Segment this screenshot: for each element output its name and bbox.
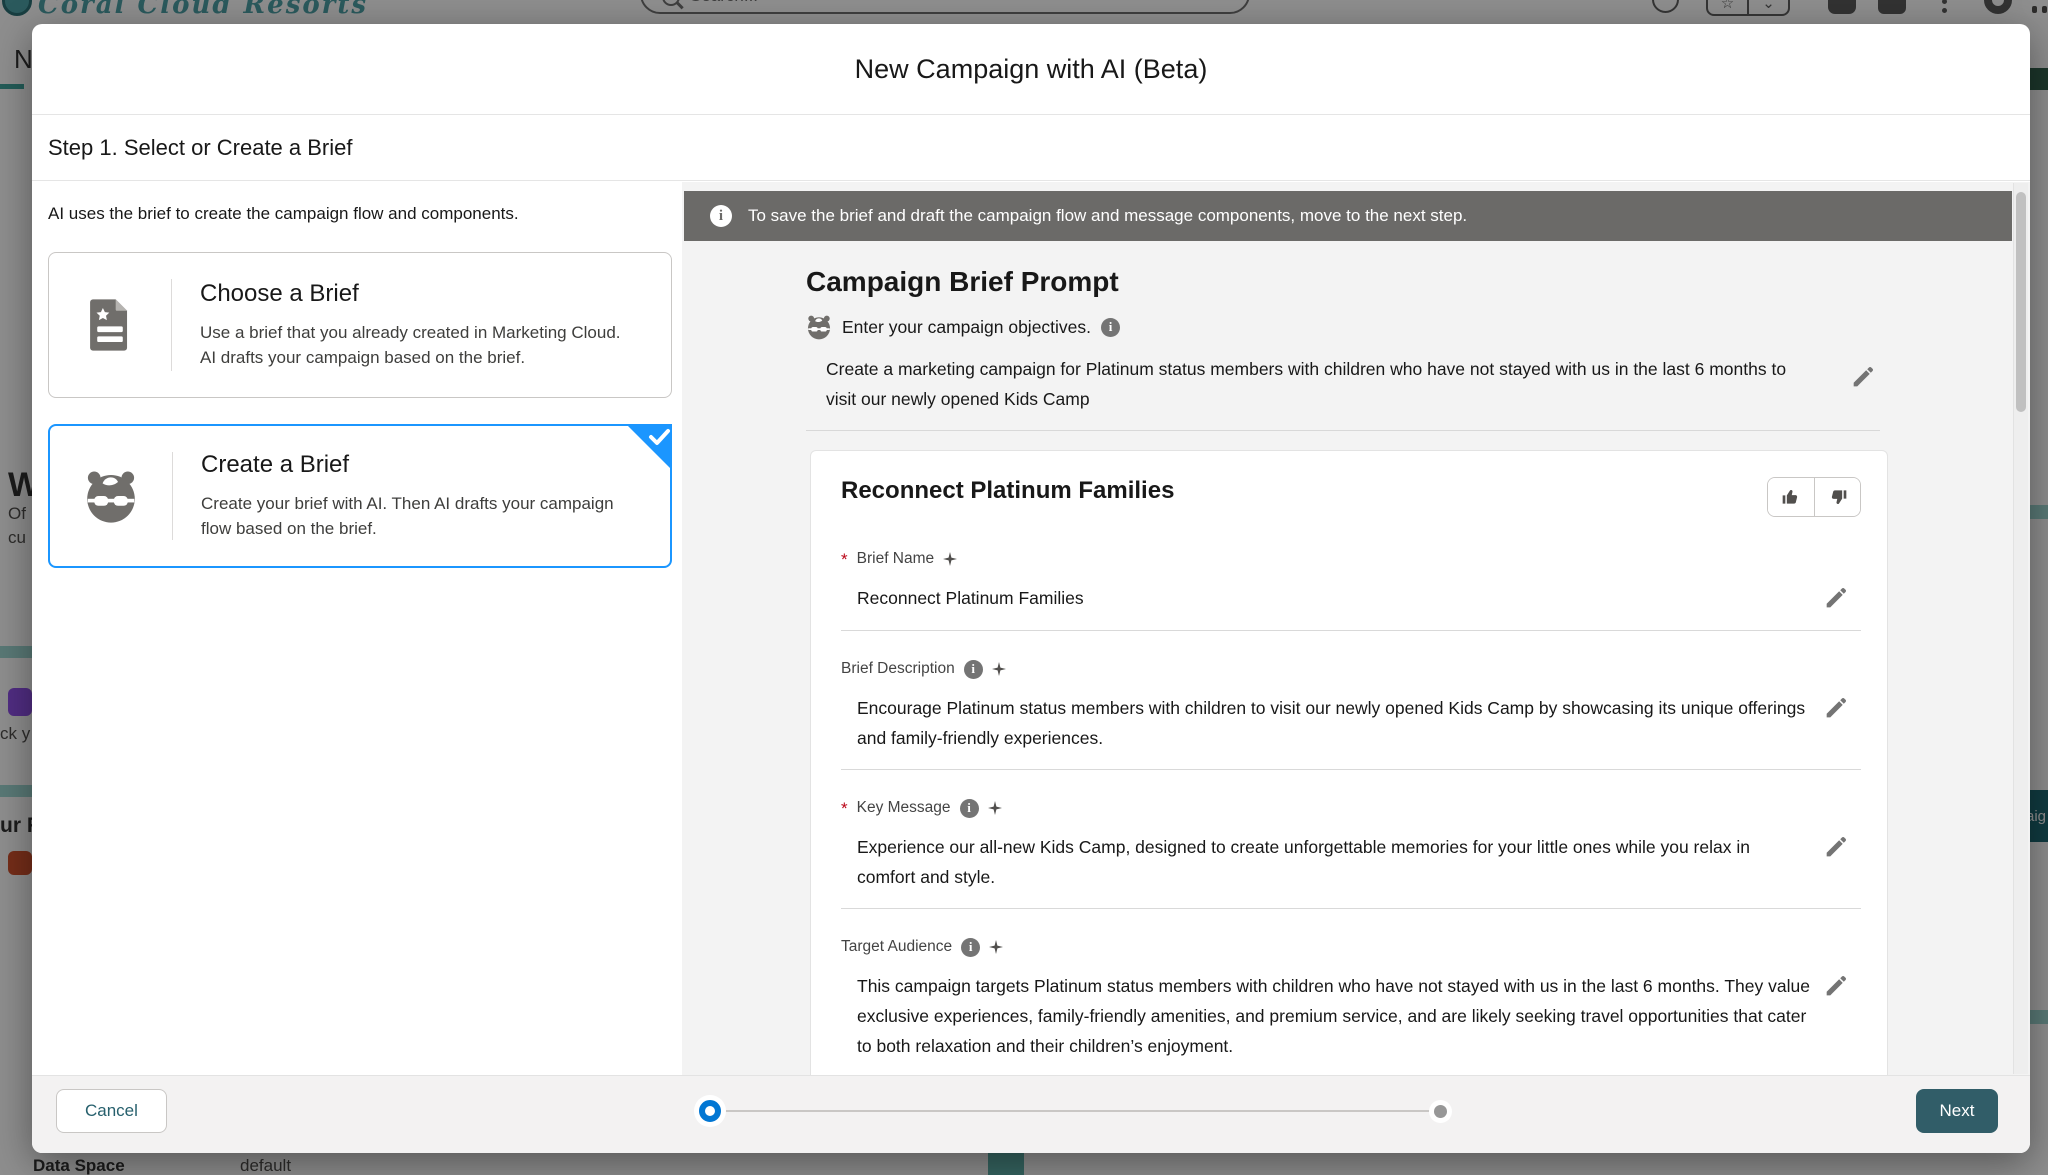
progress-track — [722, 1110, 1440, 1112]
prompt-divider — [806, 430, 1880, 431]
edit-prompt-button[interactable] — [1850, 364, 1876, 393]
brief-content: Campaign Brief Prompt — [806, 266, 1890, 1075]
einstein-bot-icon — [50, 468, 172, 524]
campaign-prompt-text: Create a marketing campaign for Platinum… — [826, 354, 1816, 414]
banner-text: To save the brief and draft the campaign… — [748, 206, 1467, 226]
assistant-text: Enter your campaign objectives. — [842, 317, 1091, 338]
info-icon[interactable]: i — [961, 938, 980, 957]
required-asterisk: * — [841, 551, 848, 568]
modal-header: New Campaign with AI (Beta) — [32, 24, 2030, 115]
selected-check-icon — [626, 424, 672, 470]
create-a-brief-card[interactable]: Create a Brief Create your brief with AI… — [48, 424, 672, 568]
thumbs-down-icon — [1828, 487, 1848, 507]
campaign-prompt-row: Create a marketing campaign for Platinum… — [806, 354, 1890, 414]
info-icon[interactable]: i — [1101, 318, 1120, 337]
thumbs-up-icon — [1781, 487, 1801, 507]
thumbs-down-button[interactable] — [1814, 478, 1860, 516]
field-value: This campaign targets Platinum status me… — [857, 971, 1812, 1061]
section-heading: Campaign Brief Prompt — [806, 266, 1890, 298]
info-icon: i — [710, 205, 732, 227]
scrollbar-thumb[interactable] — [2016, 192, 2026, 412]
step-header: Step 1. Select or Create a Brief — [32, 116, 2030, 181]
field-value: Reconnect Platinum Families — [857, 583, 1812, 613]
brief-field-target-audience: * Target Audience i This campaign target… — [841, 935, 1861, 1075]
thumbs-up-button[interactable] — [1768, 478, 1814, 516]
new-campaign-modal: New Campaign with AI (Beta) Step 1. Sele… — [32, 24, 2030, 1153]
brief-summary-card: Reconnect Platinum Families — [810, 450, 1888, 1075]
progress-step-2 — [1434, 1105, 1447, 1118]
card-title: Choose a Brief — [200, 280, 630, 308]
edit-field-button[interactable] — [1823, 585, 1849, 614]
required-asterisk: * — [841, 800, 848, 817]
info-icon[interactable]: i — [964, 660, 983, 679]
edit-field-button[interactable] — [1823, 695, 1849, 724]
info-banner: i To save the brief and draft the campai… — [684, 191, 2012, 241]
next-button[interactable]: Next — [1916, 1089, 1998, 1133]
info-icon[interactable]: i — [960, 799, 979, 818]
scrollbar-track[interactable] — [2013, 183, 2028, 1074]
field-label: Key Message — [857, 799, 951, 817]
field-divider — [841, 769, 1861, 770]
progress-step-1-current — [699, 1100, 721, 1122]
panel-intro-text: AI uses the brief to create the campaign… — [48, 204, 668, 224]
screen: Coral Cloud Resorts Search... ☆ ⌄ N W Of… — [0, 0, 2048, 1175]
edit-field-button[interactable] — [1823, 834, 1849, 863]
card-description: Use a brief that you already created in … — [200, 320, 630, 370]
field-divider — [841, 908, 1861, 909]
field-value: Experience our all-new Kids Camp, design… — [857, 832, 1812, 892]
sparkle-icon — [992, 662, 1006, 676]
brief-card-header: Reconnect Platinum Families — [841, 477, 1861, 521]
sparkle-icon — [989, 940, 1003, 954]
brief-choice-panel: AI uses the brief to create the campaign… — [32, 182, 682, 1075]
field-divider — [841, 630, 1861, 631]
brief-detail-panel: i To save the brief and draft the campai… — [682, 182, 2030, 1075]
card-description: Create your brief with AI. Then AI draft… — [201, 491, 631, 541]
sparkle-icon — [988, 801, 1002, 815]
edit-field-button[interactable] — [1823, 973, 1849, 1002]
step-title: Step 1. Select or Create a Brief — [48, 135, 353, 161]
field-value: Encourage Platinum status members with c… — [857, 693, 1812, 753]
cancel-button[interactable]: Cancel — [56, 1089, 167, 1133]
modal-title: New Campaign with AI (Beta) — [855, 54, 1208, 85]
choose-a-brief-card[interactable]: Choose a Brief Use a brief that you alre… — [48, 252, 672, 398]
pencil-icon — [1823, 585, 1849, 611]
einstein-bot-icon — [806, 314, 832, 340]
brief-field-description: * Brief Description i Encourage Platinum… — [841, 657, 1861, 770]
field-label: Brief Description — [841, 660, 955, 678]
pencil-icon — [1823, 834, 1849, 860]
feedback-button-group — [1767, 477, 1861, 517]
card-title: Create a Brief — [201, 451, 631, 479]
brief-field-name: * Brief Name i Reconnect Platinum Famili… — [841, 547, 1861, 631]
field-label: Target Audience — [841, 938, 952, 956]
assistant-line: Enter your campaign objectives. i — [806, 314, 1890, 340]
pencil-icon — [1823, 695, 1849, 721]
document-star-icon — [49, 298, 171, 352]
brief-field-key-message: * Key Message i Experience our all-new K… — [841, 796, 1861, 909]
sparkle-icon — [943, 552, 957, 566]
field-label: Brief Name — [857, 550, 935, 568]
brief-card-title: Reconnect Platinum Families — [841, 477, 1174, 505]
modal-footer: Cancel Next — [32, 1075, 2030, 1153]
modal-body: AI uses the brief to create the campaign… — [32, 182, 2030, 1075]
pencil-icon — [1850, 364, 1876, 390]
pencil-icon — [1823, 973, 1849, 999]
